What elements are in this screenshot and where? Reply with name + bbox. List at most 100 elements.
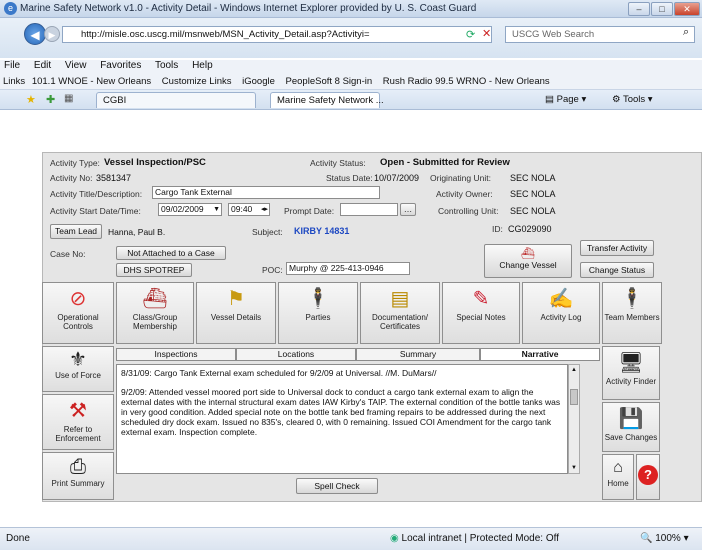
prompt-date-label: Prompt Date: [284,206,335,216]
tools-menu[interactable]: ⚙ Tools ▾ [612,94,653,105]
narrative-textarea[interactable]: 8/31/09: Cargo Tank External exam schedu… [116,364,568,474]
scroll-thumb[interactable] [570,389,578,405]
tile-special-notes[interactable]: ✎ Special Notes [442,282,520,344]
browser-tab-msn[interactable]: Marine Safety Network ... [270,92,384,108]
tab-summary[interactable]: Summary [356,348,480,361]
tile-team-members[interactable]: 🕴 Team Members [602,282,662,344]
narrative-entry: 9/2/09: Attended vessel moored port side… [121,387,561,437]
intranet-icon: ◉ [390,533,399,544]
menu-bar: File Edit View Favorites Tools Help [0,60,702,74]
stop-icon[interactable]: ✕ [482,27,491,40]
activity-title-input[interactable]: Cargo Tank External [152,186,380,199]
start-date-input[interactable]: 09/02/2009 ▼ [158,203,222,216]
tile-help[interactable]: ? [636,454,660,500]
handshake-icon: ✍ [548,288,574,310]
link-wnoe[interactable]: 101.1 WNOE - New Orleans [32,76,151,87]
eagle-icon: ⚜ [69,349,87,371]
window-titlebar: e Marine Safety Network v1.0 - Activity … [0,0,702,18]
document-stack-icon: ▤ [390,288,410,310]
activity-type-label: Activity Type: [50,158,100,168]
change-vessel-button[interactable]: ⛴ Change Vessel [484,244,572,278]
back-arrow-icon[interactable]: ◀ [24,23,46,45]
link-peoplesoft[interactable]: PeopleSoft 8 Sign-in [286,76,373,87]
controlling-unit-label: Controlling Unit: [438,206,499,216]
page-menu[interactable]: ▤ Page ▾ [545,94,586,105]
attach-case-button[interactable]: Not Attached to a Case [116,246,226,260]
tile-vessel-details[interactable]: ⚑ Vessel Details [196,282,276,344]
poc-label: POC: [262,265,283,275]
change-vessel-label: Change Vessel [499,260,557,270]
link-customize[interactable]: Customize Links [162,76,232,87]
change-status-button[interactable]: Change Status [580,262,654,278]
narrative-entry: 8/31/09: Cargo Tank External exam schedu… [121,368,437,378]
tile-save-changes[interactable]: 💾 Save Changes [602,402,660,452]
address-bar[interactable]: http://misle.osc.uscg.mil/msnweb/MSN_Act… [62,26,492,43]
search-icon[interactable]: ⌕ [683,26,689,39]
tab-inspections[interactable]: Inspections [116,348,236,361]
vessel-icon: ⛴ [521,248,535,260]
subject-link[interactable]: KIRBY 14831 [294,226,349,236]
floppy-icon: 💾 [618,408,644,430]
menu-help[interactable]: Help [192,60,213,71]
menu-favorites[interactable]: Favorites [100,60,141,71]
forward-arrow-icon[interactable]: ▶ [44,26,60,42]
tile-activity-log[interactable]: ✍ Activity Log [522,282,600,344]
close-window-button[interactable]: ✕ [674,2,700,16]
dhs-spotrep-button[interactable]: DHS SPOTREP [116,263,192,277]
start-time-input[interactable]: 09:40 ◂▸ [228,203,270,216]
link-rush-radio[interactable]: Rush Radio 99.5 WRNO - New Orleans [383,76,550,87]
help-icon: ? [638,465,658,485]
menu-view[interactable]: View [65,60,87,71]
printer-icon: ⎙ [70,456,86,478]
narrative-scrollbar[interactable]: ▲ ▼ [568,364,580,474]
links-bar: Links 101.1 WNOE - New Orleans Customize… [0,74,702,90]
status-date-label: Status Date: [326,173,373,183]
refresh-icon[interactable]: ⟳ [466,28,475,41]
prompt-date-picker-button[interactable]: … [400,203,416,216]
gavel-icon: ⚒ [69,400,87,422]
favorites-star-icon[interactable]: ★ [26,93,36,106]
prompt-date-input[interactable] [340,203,398,216]
originating-unit-label: Originating Unit: [430,173,491,183]
team-lead-button[interactable]: Team Lead [50,224,102,239]
tile-home[interactable]: ⌂ Home [602,454,634,500]
tile-activity-finder[interactable]: 🖥 Activity Finder [602,346,660,400]
ie-logo-icon: e [4,2,17,15]
home-icon: ⌂ [613,459,623,476]
tile-use-of-force[interactable]: ⚜ Use of Force [42,346,114,392]
tile-operational-controls[interactable]: ⊘ Operational Controls [42,282,114,344]
tile-class-group-membership[interactable]: ⛴ Class/Group Membership [116,282,194,344]
scroll-up-icon[interactable]: ▲ [570,366,578,374]
tab-narrative[interactable]: Narrative [480,348,600,361]
quick-tabs-icon[interactable]: ▦ [64,93,73,104]
poc-input[interactable]: Murphy @ 225-413-0946 [286,262,410,275]
tile-refer-to-enforcement[interactable]: ⚒ Refer to Enforcement [42,394,114,450]
menu-edit[interactable]: Edit [34,60,51,71]
search-input[interactable]: USCG Web Search [505,26,695,43]
links-label: Links [3,76,26,87]
zoom-level[interactable]: 🔍 100% ▾ [640,528,689,550]
tab-locations[interactable]: Locations [236,348,356,361]
tile-parties[interactable]: 🕴 Parties [278,282,358,344]
status-date-value: 10/07/2009 [374,173,420,183]
tile-documentation-certificates[interactable]: ▤ Documentation/ Certificates [360,282,440,344]
activity-no-label: Activity No: [50,173,93,183]
spell-check-button[interactable]: Spell Check [296,478,378,494]
browser-tab-cgbi[interactable]: CGBI [96,92,256,108]
browser-status-bar: Done ◉ Local intranet | Protected Mode: … [0,527,702,550]
minimize-button[interactable]: – [628,2,650,16]
link-igoogle[interactable]: iGoogle [242,76,275,87]
tile-print-summary[interactable]: ⎙ Print Summary [42,452,114,500]
subject-label: Subject: [252,227,283,237]
activity-owner-value: SEC NOLA [510,189,556,199]
vessel-group-icon: ⛴ [142,288,168,310]
maximize-button[interactable]: □ [651,2,673,16]
menu-file[interactable]: File [4,60,20,71]
scroll-down-icon[interactable]: ▼ [570,464,578,472]
add-favorite-icon[interactable]: ✚ [46,93,55,106]
id-value: CG029090 [508,224,552,234]
team-lead-value: Hanna, Paul B. [108,227,166,237]
menu-tools[interactable]: Tools [155,60,178,71]
activity-owner-label: Activity Owner: [436,189,493,199]
transfer-activity-button[interactable]: Transfer Activity [580,240,654,256]
